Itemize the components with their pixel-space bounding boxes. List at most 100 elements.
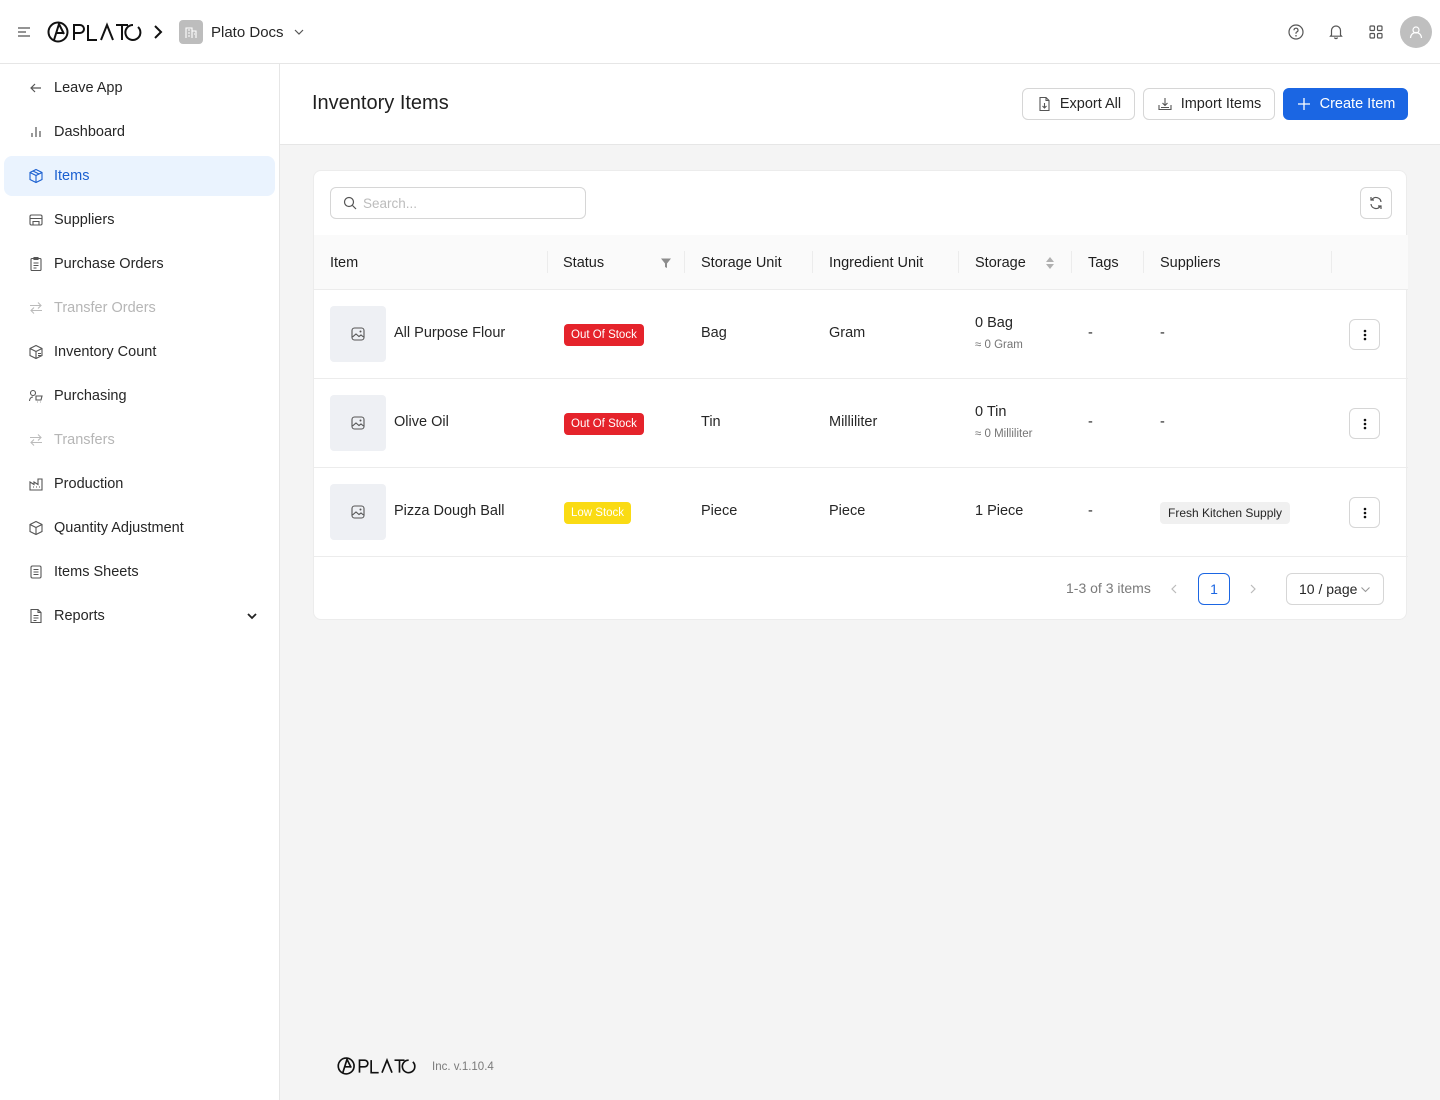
row-actions-button[interactable] <box>1349 408 1380 439</box>
chevron-down-icon <box>247 613 257 620</box>
boxes-icon <box>29 344 43 360</box>
table-row[interactable]: Pizza Dough Ball Low Stock Piece Piece 1… <box>314 468 1408 557</box>
chevron-down-icon <box>1361 587 1370 593</box>
items-table-card: Item Status Storage Unit Ingredient Unit… <box>313 170 1408 620</box>
clipboard-icon <box>30 256 42 272</box>
bell-icon[interactable] <box>1327 22 1345 40</box>
help-icon[interactable] <box>1287 23 1305 41</box>
sort-icon[interactable] <box>1045 255 1055 271</box>
ingredient-unit: Gram <box>829 325 866 341</box>
image-placeholder-icon <box>351 416 365 430</box>
sidebar: Leave App Dashboard Items Suppliers Purc… <box>0 64 280 1100</box>
import-icon <box>1158 98 1172 111</box>
report-icon <box>30 608 42 624</box>
table-row[interactable]: All Purpose Flour Out Of Stock Bag Gram … <box>314 290 1408 379</box>
sidebar-item-leave-app[interactable]: Leave App <box>4 68 275 108</box>
purchasing-icon <box>28 389 43 403</box>
storage-conversion: ≈ 0 Milliliter <box>975 428 1033 440</box>
arrow-left-icon <box>30 83 41 93</box>
sidebar-item-transfer-orders[interactable]: Transfer Orders <box>4 288 275 328</box>
item-name[interactable]: Olive Oil <box>394 414 449 430</box>
column-header-storage[interactable]: Storage <box>975 235 1026 290</box>
column-divider <box>1331 251 1332 273</box>
column-divider <box>684 251 685 273</box>
import-items-button[interactable]: Import Items <box>1143 88 1275 120</box>
more-vertical-icon <box>1363 329 1366 340</box>
column-header-tags[interactable]: Tags <box>1088 235 1119 290</box>
image-placeholder-icon <box>351 505 365 519</box>
ingredient-unit: Piece <box>829 503 866 519</box>
search-box[interactable] <box>330 187 586 219</box>
workspace-switcher[interactable]: Plato Docs <box>179 19 305 45</box>
column-header-item[interactable]: Item <box>330 235 358 290</box>
plus-icon <box>1297 98 1310 110</box>
column-header-storage-unit[interactable]: Storage Unit <box>701 235 782 290</box>
supplier-tag[interactable]: Fresh Kitchen Supply <box>1160 502 1291 524</box>
item-name[interactable]: Pizza Dough Ball <box>394 503 504 519</box>
sidebar-item-suppliers[interactable]: Suppliers <box>4 200 275 240</box>
apps-grid-icon[interactable] <box>1367 23 1385 41</box>
sidebar-item-purchasing[interactable]: Purchasing <box>4 376 275 416</box>
item-thumbnail <box>330 484 386 540</box>
row-actions-button[interactable] <box>1349 319 1380 350</box>
status-badge: Low Stock <box>564 502 632 524</box>
storage-value: 0 Tin <box>975 404 1007 420</box>
sidebar-item-label: Purchase Orders <box>54 256 164 272</box>
app-version: Inc. v.1.10.4 <box>432 1061 494 1073</box>
filter-icon[interactable] <box>660 257 672 269</box>
sheet-icon <box>30 565 42 579</box>
sidebar-item-label: Items <box>54 168 90 184</box>
sidebar-item-label: Transfer Orders <box>54 300 156 316</box>
column-divider <box>812 251 813 273</box>
page-number-button[interactable]: 1 <box>1198 573 1230 605</box>
workspace-name: Plato Docs <box>211 23 284 41</box>
store-icon <box>29 214 43 226</box>
storage-unit: Piece <box>701 503 738 519</box>
row-actions-button[interactable] <box>1349 497 1380 528</box>
box-adjust-icon <box>29 520 43 536</box>
sidebar-item-items-sheets[interactable]: Items Sheets <box>4 552 275 592</box>
item-name[interactable]: All Purpose Flour <box>394 325 505 341</box>
page-size-value: 10 / page <box>1299 581 1358 597</box>
column-header-status[interactable]: Status <box>563 235 604 290</box>
sidebar-item-purchase-orders[interactable]: Purchase Orders <box>4 244 275 284</box>
export-all-button[interactable]: Export All <box>1022 88 1135 120</box>
next-page-icon[interactable] <box>1247 583 1259 595</box>
sidebar-item-transfers[interactable]: Transfers <box>4 420 275 460</box>
create-item-button[interactable]: Create Item <box>1283 88 1408 120</box>
menu-icon[interactable] <box>16 24 32 40</box>
top-bar: Plato Docs <box>0 0 1440 64</box>
box-icon <box>29 168 43 184</box>
storage-unit: Bag <box>701 325 727 341</box>
sidebar-item-label: Dashboard <box>54 124 125 140</box>
refresh-button[interactable] <box>1360 187 1392 219</box>
user-avatar[interactable] <box>1400 16 1432 48</box>
sidebar-item-items[interactable]: Items <box>4 156 275 196</box>
plato-logo[interactable] <box>47 20 143 44</box>
table-row[interactable]: Olive Oil Out Of Stock Tin Milliliter 0 … <box>314 379 1408 468</box>
sidebar-item-label: Purchasing <box>54 388 127 404</box>
sidebar-item-label: Items Sheets <box>54 564 139 580</box>
column-header-ingredient-unit[interactable]: Ingredient Unit <box>829 235 923 290</box>
sidebar-item-label: Production <box>54 476 124 492</box>
item-thumbnail <box>330 306 386 362</box>
page-size-select[interactable]: 10 / page <box>1286 573 1384 605</box>
chevron-right-icon <box>154 25 163 39</box>
sidebar-item-reports[interactable]: Reports <box>4 596 275 636</box>
search-input[interactable] <box>363 195 563 211</box>
sidebar-item-dashboard[interactable]: Dashboard <box>4 112 275 152</box>
ingredient-unit: Milliliter <box>829 414 878 430</box>
sidebar-item-inventory-count[interactable]: Inventory Count <box>4 332 275 372</box>
tags-value: - <box>1088 325 1093 341</box>
tags-value: - <box>1088 503 1093 519</box>
prev-page-icon[interactable] <box>1168 583 1180 595</box>
pagination-summary: 1-3 of 3 items <box>1066 580 1151 596</box>
import-items-label: Import Items <box>1180 96 1262 112</box>
storage-value: 0 Bag <box>975 315 1013 331</box>
sidebar-item-label: Suppliers <box>54 212 115 228</box>
sidebar-item-production[interactable]: Production <box>4 464 275 504</box>
page-header: Inventory Items Export All Import Items … <box>280 64 1440 145</box>
item-thumbnail <box>330 395 386 451</box>
column-header-suppliers[interactable]: Suppliers <box>1160 235 1220 290</box>
sidebar-item-quantity-adjustment[interactable]: Quantity Adjustment <box>4 508 275 548</box>
